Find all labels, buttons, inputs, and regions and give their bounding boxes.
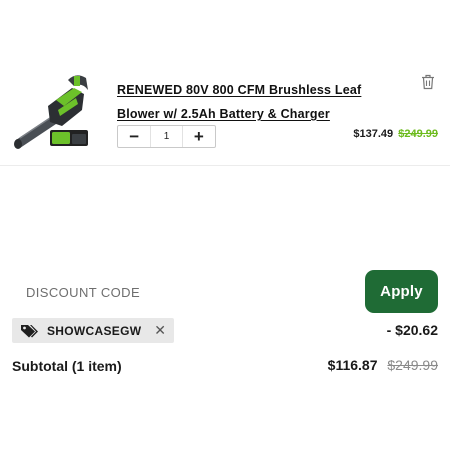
decrement-button[interactable]: − [118,126,150,147]
discount-code-text: SHOWCASEGW [47,323,142,338]
discount-amount: - $20.62 [386,322,438,338]
item-price: $137.49 $249.99 [353,128,438,140]
remove-discount-button[interactable]: ✕ [154,321,166,339]
tags-icon [21,324,38,337]
increment-button[interactable]: + [183,126,215,147]
subtotal-current: $116.87 [327,357,378,373]
subtotal-label: Subtotal (1 item) [12,358,122,374]
trash-icon[interactable] [421,74,435,90]
discount-code-input[interactable]: DISCOUNT CODE [26,285,140,300]
leaf-blower-product-image[interactable] [12,70,96,154]
apply-button[interactable]: Apply [365,270,438,313]
divider [0,165,450,166]
applied-discount-chip: SHOWCASEGW ✕ [12,318,174,343]
subtotal-original: $249.99 [387,357,438,373]
original-price: $249.99 [398,128,438,140]
current-price: $137.49 [353,128,394,140]
quantity-stepper: − 1 + [117,125,216,148]
product-title-link[interactable]: RENEWED 80V 800 CFM Brushless Leaf Blowe… [117,78,397,126]
quantity-value[interactable]: 1 [150,126,183,147]
subtotal-value: $116.87 $249.99 [328,357,438,373]
